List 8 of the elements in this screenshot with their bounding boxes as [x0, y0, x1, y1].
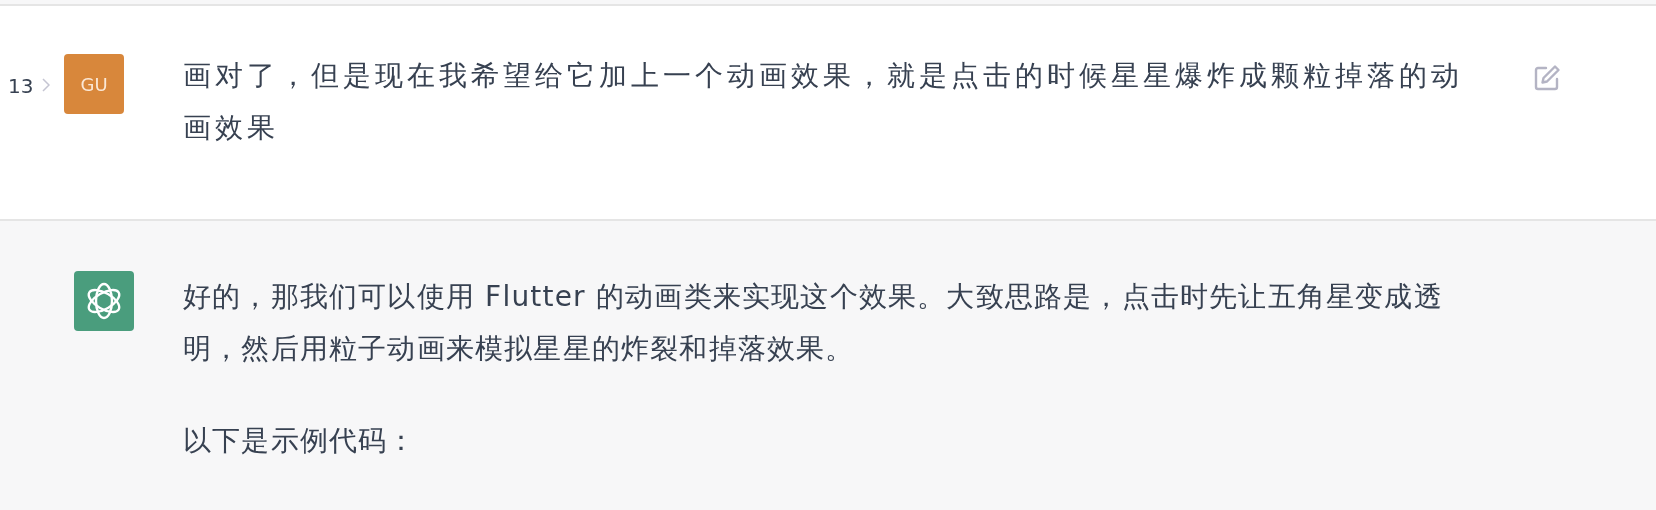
- message-text: 好的，那我们可以使用 Flutter 的动画类来实现这个效果。大致思路是，点击时先让五角星变成透明，然后用粒子动画来模拟星星的炸裂和掉落效果。: [183, 279, 1444, 367]
- edit-icon[interactable]: [1533, 64, 1561, 92]
- message-text: 以下是示例代码：: [183, 423, 418, 459]
- chevron-icon[interactable]: [42, 78, 50, 92]
- user-avatar: GU: [64, 54, 124, 114]
- assistant-logo-icon: [74, 271, 134, 331]
- message-index: 13: [8, 74, 35, 98]
- message-text: 画对了，但是现在我希望给它加上一个动画效果，就是点击的时候星星爆炸成颗粒掉落的动画效果: [183, 58, 1464, 146]
